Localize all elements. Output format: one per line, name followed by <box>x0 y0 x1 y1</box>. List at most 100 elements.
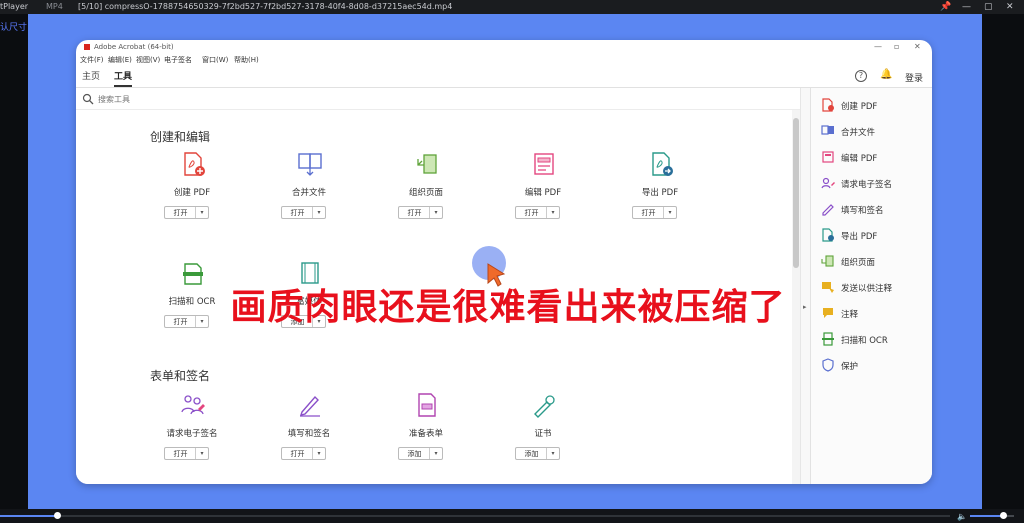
chevron-down-icon[interactable]: ▾ <box>546 207 559 218</box>
acrobat-maximize-icon[interactable]: ▫ <box>894 40 899 54</box>
tab-home[interactable]: 主页 <box>82 69 100 85</box>
maximize-icon[interactable]: ▢ <box>984 0 993 14</box>
tool-label: 请求电子签名 <box>166 429 218 439</box>
player-right-strip <box>982 14 1024 509</box>
video-caption: 画质肉眼还是很难看出来被压缩了 <box>230 287 786 328</box>
volume-icon[interactable]: 🔈 <box>957 512 967 521</box>
button-label: 打开 <box>407 209 422 217</box>
rp-item-protect[interactable]: 保护 <box>811 356 932 376</box>
rp-item-fill-sign[interactable]: 填写和签名 <box>811 200 932 220</box>
rp-item-label: 合并文件 <box>841 128 876 138</box>
rp-item-edit-pdf[interactable]: 编辑 PDF <box>811 148 932 168</box>
rp-item-request-esign[interactable]: 请求电子签名 <box>811 174 932 194</box>
minimize-icon[interactable]: — <box>962 0 971 14</box>
menu-esign[interactable]: 电子签名 <box>164 55 192 65</box>
scrollbar-thumb[interactable] <box>793 118 799 268</box>
rp-item-label: 请求电子签名 <box>841 180 893 190</box>
section-title-forms-signatures: 表单和签名 <box>150 369 211 383</box>
tool-open-button[interactable]: 打开 ▾ <box>398 206 443 219</box>
menu-view[interactable]: 视图(V) <box>136 55 160 65</box>
rp-item-scan-ocr[interactable]: 扫描和 OCR <box>811 330 932 350</box>
rp-item-label: 导出 PDF <box>841 232 878 242</box>
export-pdf-icon <box>652 152 673 176</box>
tool-fill-sign: 填写和签名 打开 ▾ <box>259 392 359 482</box>
tool-request-esign: 请求电子签名 打开 ▾ <box>142 392 242 482</box>
pin-icon[interactable]: 📌 <box>940 0 951 14</box>
chevron-down-icon[interactable]: ▾ <box>663 207 676 218</box>
tab-tools[interactable]: 工具 <box>114 69 133 87</box>
tool-open-button[interactable]: 打开 ▾ <box>515 206 560 219</box>
bell-icon[interactable]: 🔔 <box>880 69 892 80</box>
chevron-down-icon[interactable]: ▾ <box>312 448 325 459</box>
rp-item-label: 编辑 PDF <box>841 154 878 164</box>
acrobat-window-title: Adobe Acrobat (64-bit) <box>94 43 174 51</box>
menu-help[interactable]: 帮助(H) <box>234 55 259 65</box>
button-label: 打开 <box>524 209 539 217</box>
button-label: 打开 <box>641 209 656 217</box>
rp-item-export-pdf[interactable]: 导出 PDF <box>811 226 932 246</box>
close-icon[interactable]: ✕ <box>1006 0 1014 14</box>
acrobat-minimize-icon[interactable]: — <box>874 40 882 54</box>
search-input[interactable] <box>98 92 398 106</box>
fill-sign-icon <box>822 204 834 216</box>
volume-thumb[interactable] <box>1000 512 1007 519</box>
tool-certificate: 证书 添加 ▾ <box>493 392 593 482</box>
chevron-down-icon[interactable]: ▾ <box>546 448 559 459</box>
volume-slider[interactable] <box>970 512 1014 519</box>
button-label: 打开 <box>290 450 305 458</box>
button-label: 打开 <box>290 209 305 217</box>
chevron-down-icon[interactable]: ▾ <box>429 207 442 218</box>
player-file-title: [5/10] compressO-1788754650329-7f2bd527-… <box>78 2 453 11</box>
rp-item-label: 扫描和 OCR <box>841 336 888 346</box>
combine-files-icon <box>298 153 322 176</box>
tool-open-button[interactable]: 打开 ▾ <box>281 447 326 460</box>
login-button[interactable]: 登录 <box>905 71 923 84</box>
tool-open-button[interactable]: 打开 ▾ <box>281 206 326 219</box>
progress-bar[interactable] <box>0 512 950 519</box>
tool-open-button[interactable]: 打开 ▾ <box>632 206 677 219</box>
fill-sign-icon <box>299 395 320 417</box>
menu-edit[interactable]: 编辑(E) <box>108 55 132 65</box>
video-frame[interactable]: Adobe Acrobat (64-bit) — ▫ ✕ 文件(F) 编辑(E)… <box>28 14 982 509</box>
volume-fill <box>970 515 1003 517</box>
tool-open-button[interactable]: 打开 ▾ <box>164 447 209 460</box>
menu-file[interactable]: 文件(F) <box>80 55 104 65</box>
acrobat-menubar: 文件(F) 编辑(E) 视图(V) 电子签名 窗口(W) 帮助(H) <box>76 54 932 66</box>
tool-organize-pages: 组织页面 打开 ▾ <box>376 151 476 241</box>
button-label: 打开 <box>173 450 188 458</box>
button-label: 打开 <box>173 209 188 217</box>
player-controls-bar: 🔈 <box>0 509 1024 523</box>
tool-label: 准备表单 <box>408 429 443 439</box>
player-titlebar: tPlayer MP4 [5/10] compressO-17887546503… <box>0 0 1024 14</box>
rp-item-combine-files[interactable]: 合并文件 <box>811 122 932 142</box>
prepare-form-icon <box>418 393 436 417</box>
progress-thumb[interactable] <box>54 512 61 519</box>
tool-export-pdf: 导出 PDF 打开 ▾ <box>610 151 710 241</box>
acrobat-logo-icon <box>84 44 90 50</box>
chevron-down-icon[interactable]: ▾ <box>429 448 442 459</box>
rp-item-label: 填写和签名 <box>841 206 884 216</box>
tool-edit-pdf: 编辑 PDF 打开 ▾ <box>493 151 593 241</box>
chevron-down-icon[interactable]: ▾ <box>195 207 208 218</box>
scan-ocr-icon <box>822 332 834 346</box>
acrobat-close-icon[interactable]: ✕ <box>914 40 921 54</box>
acrobat-titlebar: Adobe Acrobat (64-bit) — ▫ ✕ <box>76 40 932 54</box>
rp-item-label: 保护 <box>841 362 859 372</box>
help-icon[interactable]: ? <box>855 70 867 82</box>
tool-add-button[interactable]: 添加 ▾ <box>515 447 560 460</box>
menu-window[interactable]: 窗口(W) <box>202 55 228 65</box>
search-icon <box>82 93 94 105</box>
acrobat-window: Adobe Acrobat (64-bit) — ▫ ✕ 文件(F) 编辑(E)… <box>76 40 932 484</box>
progress-fill <box>0 515 57 517</box>
edit-pdf-icon <box>534 153 554 175</box>
chevron-down-icon[interactable]: ▾ <box>195 448 208 459</box>
tool-open-button[interactable]: 打开 ▾ <box>164 206 209 219</box>
export-pdf-icon <box>822 228 834 242</box>
tool-add-button[interactable]: 添加 ▾ <box>398 447 443 460</box>
rp-item-organize-pages[interactable]: 组织页面 <box>811 252 932 272</box>
create-pdf-icon <box>822 98 834 112</box>
rp-item-label: 创建 PDF <box>841 102 878 112</box>
chevron-down-icon[interactable]: ▾ <box>312 207 325 218</box>
rp-item-create-pdf[interactable]: 创建 PDF <box>811 96 932 116</box>
tool-label: 合并文件 <box>291 188 326 198</box>
